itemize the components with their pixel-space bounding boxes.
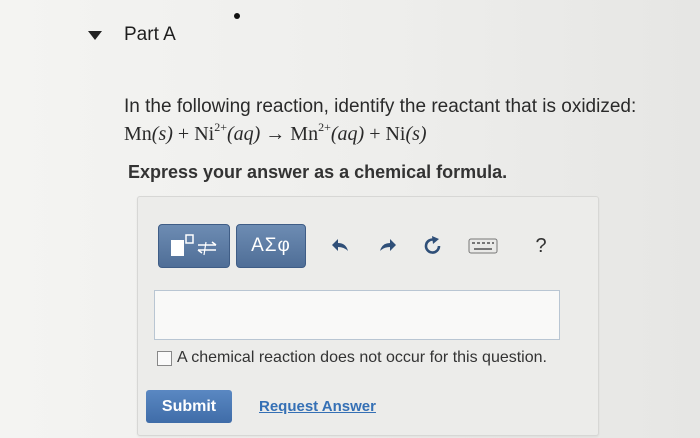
keyboard-button[interactable]: [466, 229, 500, 263]
eq-plus: +: [364, 123, 386, 145]
redo-button[interactable]: [370, 229, 404, 263]
question-prompt: In the following reaction, identify the …: [124, 96, 637, 117]
no-reaction-checkbox[interactable]: [157, 350, 172, 366]
keyboard-icon: [468, 238, 498, 254]
submit-button[interactable]: Submit: [146, 390, 232, 423]
eq-state: (aq): [226, 123, 261, 145]
eq-reactant-mn: Mn: [124, 123, 152, 145]
reset-button[interactable]: [416, 229, 450, 263]
request-answer-link[interactable]: Request Answer: [259, 398, 376, 415]
reset-icon: [424, 236, 441, 254]
part-title: Part A: [124, 24, 176, 45]
eq-state: (s): [405, 123, 427, 145]
help-button[interactable]: ?: [524, 229, 558, 263]
part-header[interactable]: Part A: [88, 22, 176, 48]
answer-input[interactable]: [154, 290, 560, 340]
undo-icon: [332, 239, 348, 251]
undo-button[interactable]: [324, 229, 358, 263]
eq-arrow: →: [260, 123, 291, 145]
eq-product-mn: Mn: [290, 123, 319, 145]
eq-reactant-ni: Ni: [194, 123, 215, 145]
collapse-caret-icon[interactable]: [88, 30, 102, 40]
templates-icon: [171, 234, 217, 256]
cursor-dot: [234, 13, 240, 19]
reaction-equation: Mn(s) + Ni2+(aq) → Mn2+(aq) + Ni(s): [124, 120, 684, 146]
eq-charge: 2+: [214, 120, 227, 134]
instruction: Express your answer as a chemical formul…: [128, 162, 508, 182]
question: In the following reaction, identify the …: [124, 96, 684, 146]
answer-box: ΑΣφ ? A chemical reaction does not occur…: [137, 196, 599, 436]
eq-plus: +: [172, 123, 195, 145]
eq-state: (aq): [330, 123, 365, 145]
eq-product-ni: Ni: [385, 123, 406, 145]
redo-icon: [380, 239, 396, 251]
eq-state: (s): [151, 123, 173, 145]
greek-symbols-button[interactable]: ΑΣφ: [236, 224, 306, 268]
no-reaction-option[interactable]: A chemical reaction does not occur for t…: [157, 349, 547, 367]
templates-button[interactable]: [158, 224, 230, 268]
math-toolbar: ΑΣφ ?: [158, 224, 558, 268]
no-reaction-label: A chemical reaction does not occur for t…: [177, 349, 547, 366]
eq-charge: 2+: [318, 120, 331, 134]
